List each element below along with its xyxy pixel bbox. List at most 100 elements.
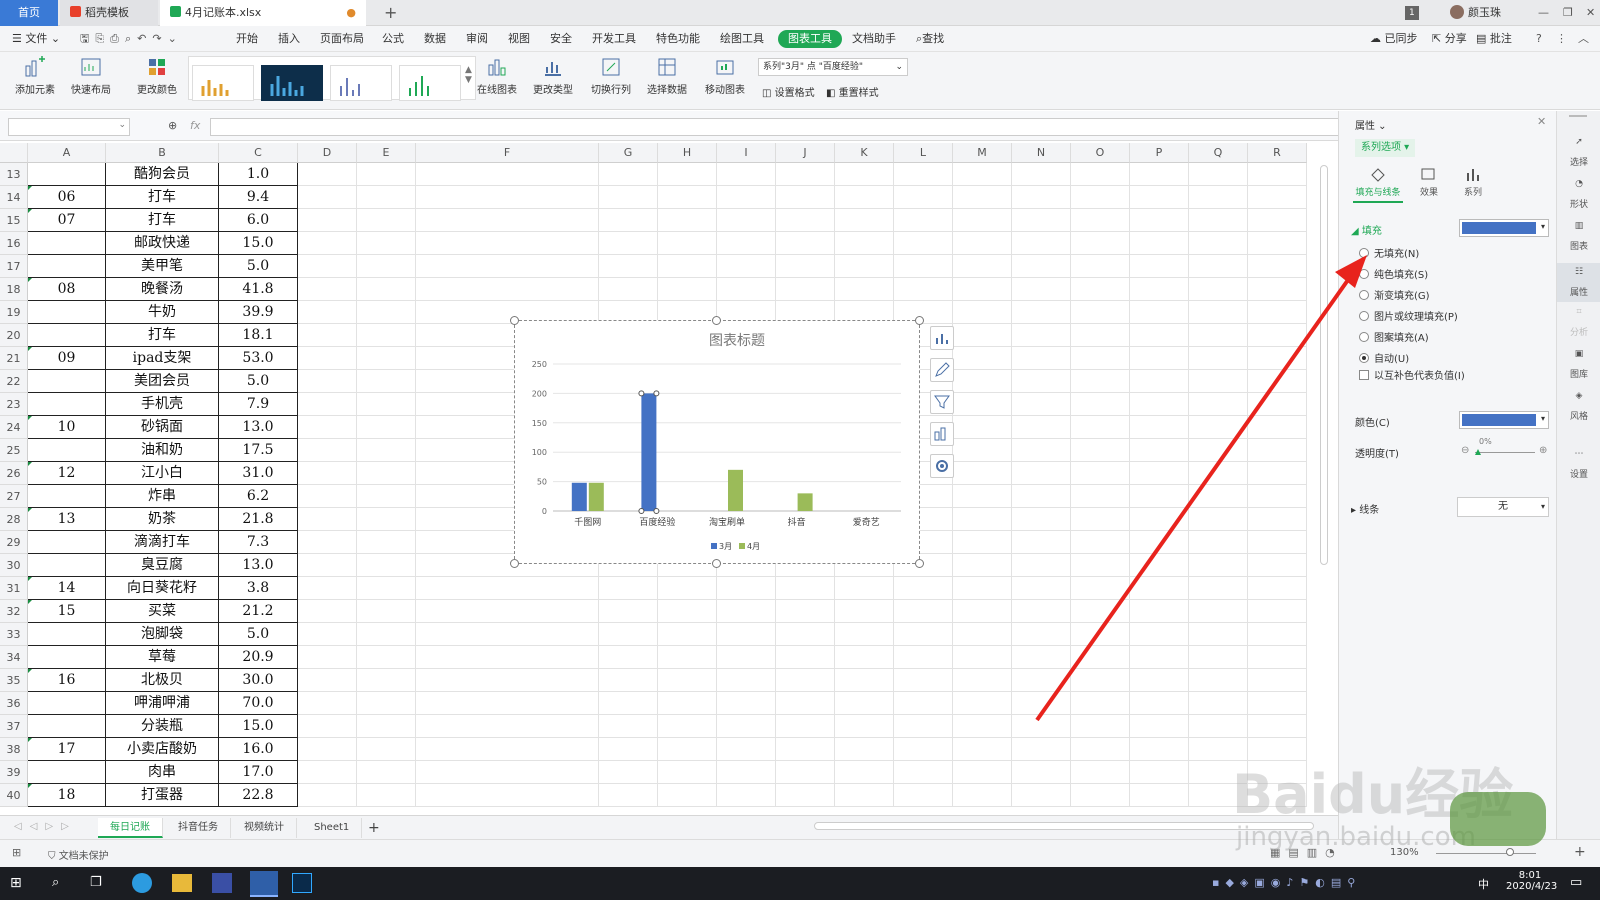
cell-empty[interactable] [1130,485,1189,508]
cell-empty[interactable] [658,623,717,646]
cell-empty[interactable] [1012,163,1071,186]
move-chart-button[interactable]: 移动图表 [700,56,750,96]
cell-empty[interactable] [894,784,953,807]
cell-empty[interactable] [1071,163,1130,186]
cell-empty[interactable] [298,416,357,439]
cell-c[interactable]: 5.0 [219,370,298,393]
cell-empty[interactable] [953,738,1012,761]
cell-c[interactable]: 15.0 [219,715,298,738]
cell-empty[interactable] [1189,646,1248,669]
cell-b[interactable]: 晚餐汤 [106,278,219,301]
cell-empty[interactable] [1189,715,1248,738]
cell-empty[interactable] [953,301,1012,324]
cell-a[interactable] [28,439,106,462]
row-header[interactable]: 16 [0,232,28,255]
resize-handle-se[interactable] [915,559,924,568]
cell-c[interactable]: 16.0 [219,738,298,761]
cell-empty[interactable] [357,232,416,255]
cell-empty[interactable] [1071,324,1130,347]
wps-app-icon[interactable] [250,871,278,897]
cell-c[interactable]: 3.8 [219,577,298,600]
row-header[interactable]: 25 [0,439,28,462]
cell-empty[interactable] [953,278,1012,301]
row-header[interactable]: 27 [0,485,28,508]
cell-empty[interactable] [599,232,658,255]
sidebar-item-gallery[interactable]: ▣ 图库 [1557,349,1600,380]
cell-empty[interactable] [717,255,776,278]
cell-empty[interactable] [1248,324,1307,347]
cell-empty[interactable] [717,232,776,255]
cell-empty[interactable] [835,738,894,761]
windows-start-icon[interactable]: ⊞ [10,875,22,891]
cell-empty[interactable] [1130,554,1189,577]
cell-empty[interactable] [658,255,717,278]
cell-empty[interactable] [1012,278,1071,301]
cell-empty[interactable] [1130,324,1189,347]
row-header[interactable]: 40 [0,784,28,807]
cell-empty[interactable] [357,370,416,393]
cell-empty[interactable] [1012,623,1071,646]
row-header[interactable]: 28 [0,508,28,531]
collapse-ribbon-icon[interactable]: ︿ [1578,26,1589,52]
cell-empty[interactable] [776,669,835,692]
comment-button[interactable]: ▤ 批注 [1476,26,1512,52]
cell-empty[interactable] [776,232,835,255]
cell-empty[interactable] [298,255,357,278]
cell-empty[interactable] [1130,278,1189,301]
cell-empty[interactable] [1012,738,1071,761]
cell-a[interactable] [28,370,106,393]
cell-a[interactable] [28,255,106,278]
cell-empty[interactable] [1071,738,1130,761]
column-header-q[interactable]: Q [1189,143,1248,163]
cell-empty[interactable] [1189,761,1248,784]
cell-empty[interactable] [599,600,658,623]
tab-home[interactable]: 首页 [0,0,58,26]
cell-empty[interactable] [599,278,658,301]
cell-empty[interactable] [357,163,416,186]
cell-c[interactable]: 17.5 [219,439,298,462]
column-header-g[interactable]: G [599,143,658,163]
cell-empty[interactable] [357,416,416,439]
cell-empty[interactable] [658,577,717,600]
bar-april[interactable] [728,469,743,511]
cell-empty[interactable] [1071,577,1130,600]
row-header[interactable]: 24 [0,416,28,439]
cell-empty[interactable] [298,600,357,623]
cell-b[interactable]: 呷浦呷浦 [106,692,219,715]
cell-a[interactable] [28,163,106,186]
cell-empty[interactable] [1012,324,1071,347]
column-header-m[interactable]: M [953,143,1012,163]
transparency-plus-icon[interactable]: ⊕ [1539,445,1547,456]
tab-workbook[interactable]: 4月记账本.xlsx ● [160,0,366,26]
help-icon[interactable]: ? [1536,26,1542,52]
cell-empty[interactable] [717,163,776,186]
cell-empty[interactable] [1248,508,1307,531]
cell-empty[interactable] [1248,255,1307,278]
row-header[interactable]: 33 [0,623,28,646]
sheet-tab-video[interactable]: 视频统计 [232,818,297,838]
cell-empty[interactable] [1012,761,1071,784]
cell-empty[interactable] [894,692,953,715]
cell-empty[interactable] [953,715,1012,738]
cell-empty[interactable] [717,646,776,669]
cell-empty[interactable] [599,669,658,692]
cell-b[interactable]: 砂锅面 [106,416,219,439]
column-header-b[interactable]: B [106,143,219,163]
row-header[interactable]: 36 [0,692,28,715]
cell-empty[interactable] [953,761,1012,784]
cell-empty[interactable] [1189,462,1248,485]
cell-empty[interactable] [1071,255,1130,278]
cell-b[interactable]: 泡脚袋 [106,623,219,646]
fill-option-2[interactable]: 渐变填充(G) [1359,289,1430,305]
cell-empty[interactable] [357,531,416,554]
zoom-slider[interactable] [1436,853,1536,854]
cell-empty[interactable] [776,646,835,669]
cell-empty[interactable] [1012,646,1071,669]
cell-empty[interactable] [1248,186,1307,209]
chart-style-1[interactable] [192,65,254,101]
chart-filter-tool[interactable] [930,390,954,414]
more-icon[interactable]: ⋮ [1556,26,1567,52]
cell-empty[interactable] [1130,439,1189,462]
cell-c[interactable]: 5.0 [219,623,298,646]
cell-empty[interactable] [658,600,717,623]
